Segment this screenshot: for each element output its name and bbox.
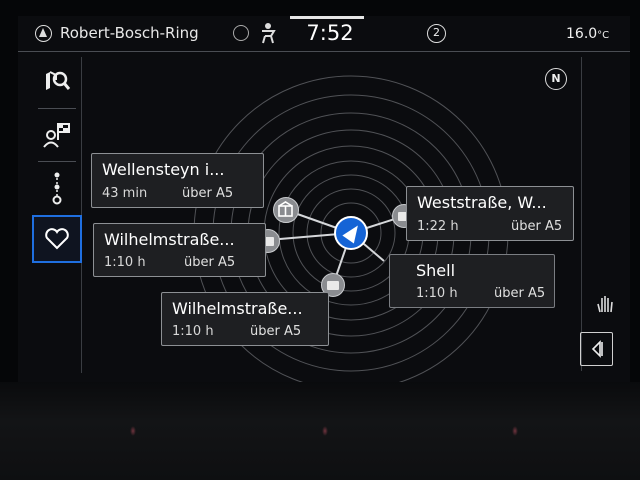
destination-title: Wellensteyn i... <box>102 160 225 179</box>
back-arrow-icon <box>591 340 603 358</box>
temperature-unit: °C <box>597 30 610 41</box>
destination-route: über A5 <box>494 286 546 301</box>
gesture-hand-icon <box>597 296 613 313</box>
destination-duration: 1:22 h <box>417 219 459 234</box>
bezel-reflection <box>130 426 136 436</box>
contacts-destination-button[interactable] <box>32 111 82 159</box>
left-menu <box>32 57 82 373</box>
navigation-arrow-icon <box>35 25 52 42</box>
bezel-reflection <box>322 426 328 436</box>
destination-duration: 1:10 h <box>104 255 146 270</box>
destination-card-wilhelmstrasse-2[interactable]: Wilhelmstraße... 1:10 h über A5 <box>161 292 329 346</box>
temperature: 16.0°C <box>566 26 609 42</box>
destination-card-weststrasse[interactable]: Weststraße, W... 1:22 h über A5 <box>406 186 574 241</box>
notification-badge[interactable]: 2 <box>427 24 446 43</box>
destination-duration: 43 min <box>102 186 148 201</box>
destination-duration: 1:10 h <box>172 324 214 339</box>
destination-card-wilhelmstrasse-1[interactable]: Wilhelmstraße... 1:10 h über A5 <box>93 223 266 277</box>
right-divider <box>581 57 582 371</box>
destination-route: über A5 <box>184 255 236 270</box>
menu-divider <box>38 161 76 162</box>
destination-search-button[interactable] <box>32 57 82 105</box>
heart-icon <box>45 228 69 250</box>
destination-title: Wilhelmstraße... <box>172 299 303 318</box>
route-icon <box>52 172 62 205</box>
status-bar: Robert-Bosch-Ring 7:52 2 16.0°C <box>18 16 630 52</box>
destination-route: über A5 <box>511 219 563 234</box>
destination-title: Wilhelmstraße... <box>104 230 235 249</box>
bezel-reflection <box>512 426 518 436</box>
destination-route: über A5 <box>250 324 302 339</box>
clock: 7:52 <box>306 21 354 45</box>
destination-route: über A5 <box>182 186 234 201</box>
gift-icon[interactable] <box>273 197 299 223</box>
route-stops-button[interactable] <box>32 164 82 212</box>
clock-indicator <box>290 16 364 19</box>
screen-bezel <box>0 382 640 480</box>
map-search-icon <box>46 71 71 90</box>
menu-divider <box>38 108 76 109</box>
person-flag-icon <box>43 123 70 148</box>
vehicle-position-icon <box>334 216 368 250</box>
current-location: Robert-Bosch-Ring <box>60 24 199 42</box>
temperature-value: 16.0 <box>566 26 598 42</box>
destination-card-wellensteyn[interactable]: Wellensteyn i... 43 min über A5 <box>91 153 264 208</box>
infotainment-screen: Robert-Bosch-Ring 7:52 2 16.0°C N Wellen… <box>18 16 630 382</box>
favorites-button[interactable] <box>32 215 82 263</box>
destination-title: Weststraße, W... <box>417 193 547 212</box>
destination-duration: 1:10 h <box>416 286 458 301</box>
destination-title: Shell <box>416 261 456 280</box>
globe-icon <box>233 25 249 41</box>
collapse-panel-button[interactable] <box>580 332 613 366</box>
compass-button[interactable]: N <box>545 68 567 90</box>
traffic-person-icon <box>262 23 276 44</box>
destination-card-shell[interactable]: Shell 1:10 h über A5 <box>389 254 555 308</box>
